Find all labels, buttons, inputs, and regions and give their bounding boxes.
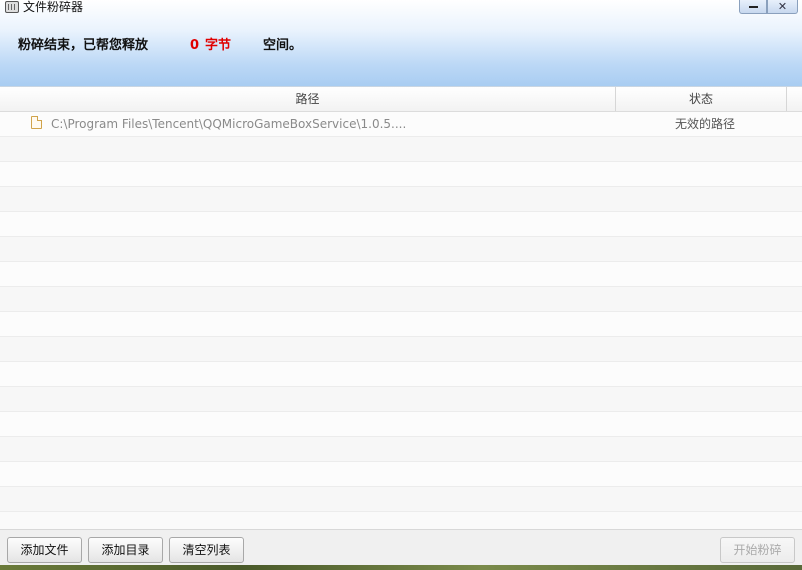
add-directory-button[interactable]: 添加目录 <box>88 537 163 563</box>
clear-list-button[interactable]: 清空列表 <box>169 537 244 563</box>
column-header-status[interactable]: 状态 <box>616 87 787 111</box>
empty-row <box>0 212 802 237</box>
empty-row <box>0 237 802 262</box>
close-button[interactable]: ✕ <box>767 0 798 14</box>
empty-row <box>0 462 802 487</box>
freed-bytes-value: 0 <box>190 38 200 53</box>
empty-row <box>0 162 802 187</box>
file-list[interactable]: C:\Program Files\Tencent\QQMicroGameBoxS… <box>0 112 802 529</box>
minimize-button[interactable] <box>739 0 767 14</box>
empty-row <box>0 412 802 437</box>
empty-row <box>0 362 802 387</box>
window-title: 文件粉碎器 <box>23 0 84 14</box>
shredder-app-icon <box>5 1 19 13</box>
empty-row <box>0 337 802 362</box>
minimize-icon <box>748 6 758 8</box>
empty-row <box>0 437 802 462</box>
desktop-background-strip <box>0 565 802 570</box>
empty-row <box>0 187 802 212</box>
empty-row <box>0 137 802 162</box>
file-status: 无效的路径 <box>674 117 735 131</box>
summary-prefix: 粉碎结束，已帮您释放 <box>18 38 149 53</box>
table-row[interactable]: C:\Program Files\Tencent\QQMicroGameBoxS… <box>0 112 802 137</box>
summary-suffix: 空间。 <box>263 38 303 53</box>
freed-bytes-unit: 字节 <box>205 38 232 53</box>
start-shred-button[interactable]: 开始粉碎 <box>720 537 795 563</box>
empty-row <box>0 487 802 512</box>
close-icon: ✕ <box>777 0 788 13</box>
footer-toolbar: 添加文件 添加目录 清空列表 开始粉碎 <box>0 529 802 565</box>
file-table-header: 路径 状态 <box>0 87 802 112</box>
file-path: C:\Program Files\Tencent\QQMicroGameBoxS… <box>51 117 407 131</box>
empty-row <box>0 262 802 287</box>
empty-row <box>0 387 802 412</box>
column-header-path[interactable]: 路径 <box>0 87 616 111</box>
file-shredder-window: 文件粉碎器 ✕ 粉碎结束，已帮您释放 0 字节 空间。 路径 状态 C:\Pro… <box>0 0 802 565</box>
header-banner: 文件粉碎器 ✕ 粉碎结束，已帮您释放 0 字节 空间。 <box>0 0 802 87</box>
add-file-button[interactable]: 添加文件 <box>7 537 82 563</box>
file-icon <box>31 116 42 129</box>
empty-row <box>0 312 802 337</box>
empty-row <box>0 287 802 312</box>
